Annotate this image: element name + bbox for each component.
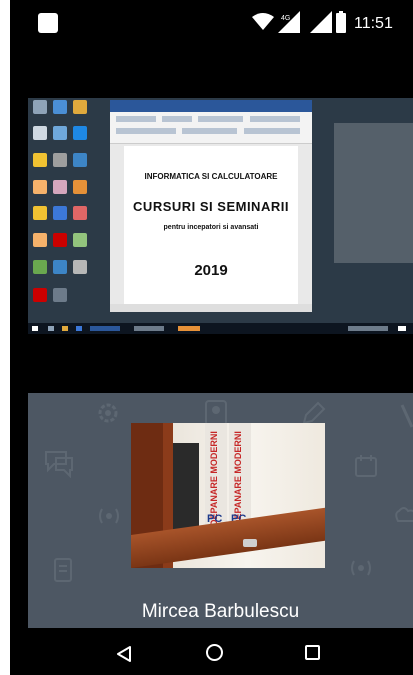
desktop-icons [28,98,118,323]
cellular-signal-icon [310,11,332,33]
battery-icon [336,11,346,33]
phone-screen: 4G 11:51 INFORMATICA SI CALCULATOARE CUR… [10,0,413,675]
podcast-icon [351,560,371,576]
cellular-signal-icon: 4G [278,11,300,33]
book-spine-text: DEPANARE MODERNIZA [233,431,243,526]
shelf-bracket [243,539,257,547]
recent-apps-icon[interactable] [305,645,320,660]
status-time: 11:51 [354,15,393,32]
document-page: INFORMATICA SI CALCULATOARE CURSURI SI S… [124,146,298,304]
word-ribbon [110,112,312,144]
chat-icon [45,451,73,478]
gear-icon [98,403,118,423]
network-type-label: 4G [281,15,290,22]
phone-icon [400,404,413,428]
camera-feed: DEPANARE MODERNIZA PC DEPANARE MODERNIZA… [131,423,325,568]
wifi-icon [252,13,274,30]
home-icon[interactable] [206,644,223,661]
document-line-2: CURSURI SI SEMINARII [133,199,289,214]
word-document-window: INFORMATICA SI CALCULATOARE CURSURI SI S… [110,100,312,312]
document-line-1: INFORMATICA SI CALCULATOARE [144,172,278,181]
document-icon [54,558,72,582]
participant-name: Mircea Barbulescu [141,601,300,622]
background-window [334,123,413,263]
word-title-bar [110,100,312,112]
calendar-icon [355,455,377,477]
back-icon[interactable] [116,645,132,663]
book-spine-text: DEPANARE MODERNIZA [209,431,219,526]
book-dark [173,443,199,539]
shared-screen-view[interactable]: INFORMATICA SI CALCULATOARE CURSURI SI S… [28,98,413,334]
document-line-4: 2019 [194,262,228,279]
word-status-bar [110,304,312,312]
participant-video-tile[interactable]: DEPANARE MODERNIZA PC DEPANARE MODERNIZA… [28,393,413,628]
app-notification-icon [38,13,58,33]
podcast-icon [99,508,119,524]
navigation-bar [10,628,413,675]
windows-taskbar [28,323,413,334]
status-bar: 4G 11:51 [10,0,413,50]
document-line-3: pentru incepatori si avansati [163,224,259,231]
cloud-icon [395,507,413,522]
